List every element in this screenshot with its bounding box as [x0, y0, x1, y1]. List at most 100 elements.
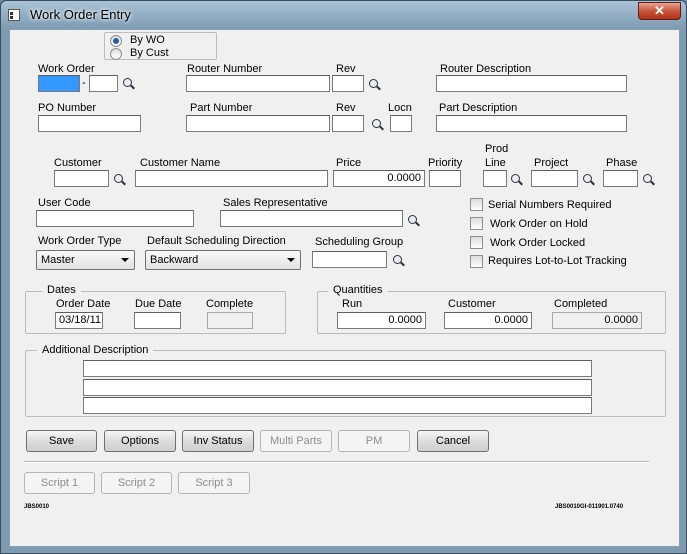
- pm-button[interactable]: PM: [338, 430, 410, 452]
- work-order-type-label: Work Order Type: [38, 235, 122, 247]
- user-code-label: User Code: [38, 197, 91, 209]
- customer-input[interactable]: [54, 170, 109, 187]
- price-label: Price: [336, 157, 362, 169]
- rev-input[interactable]: [332, 75, 364, 92]
- complete-date-field: [207, 312, 253, 329]
- form-area: By WO By Cust Work Order - Router Number…: [9, 29, 680, 547]
- phase-lookup-icon[interactable]: [642, 173, 656, 187]
- customer-name-label: Customer Name: [140, 157, 221, 169]
- close-button[interactable]: ✕: [638, 2, 681, 20]
- form-id-right: JBS0010GI-011901.0740: [555, 504, 624, 510]
- work-order-separator: -: [82, 77, 86, 89]
- customer-quantity-input[interactable]: 0.0000: [444, 312, 532, 329]
- dates-group-title: Dates: [42, 284, 81, 296]
- prod-line-label-1: Prod: [485, 143, 509, 155]
- work-order-type-value: Master: [41, 254, 75, 266]
- work-order-input[interactable]: [38, 75, 80, 92]
- router-description-input[interactable]: [436, 75, 627, 92]
- work-order-entry-window: Work Order Entry ✕ By WO By Cust Work Or…: [0, 0, 687, 554]
- locn-label: Locn: [388, 102, 412, 114]
- serial-numbers-required-label: Serial Numbers Required: [488, 199, 612, 211]
- inv-status-button[interactable]: Inv Status: [182, 430, 254, 452]
- default-sched-dir-label: Default Scheduling Direction: [147, 235, 286, 247]
- part-number-label: Part Number: [190, 102, 253, 114]
- work-order-lookup-icon[interactable]: [122, 77, 136, 91]
- part-rev-lookup-icon[interactable]: [371, 118, 385, 132]
- work-order-type-select[interactable]: Master: [36, 250, 135, 270]
- scheduling-group-input[interactable]: [312, 251, 387, 268]
- part-rev-label: Rev: [336, 102, 356, 114]
- rev-label: Rev: [336, 63, 356, 75]
- project-label: Project: [534, 157, 569, 169]
- complete-label: Complete: [206, 298, 254, 310]
- user-code-input[interactable]: [36, 210, 194, 227]
- locn-input[interactable]: [390, 115, 412, 132]
- title-bar[interactable]: Work Order Entry ✕: [1, 1, 686, 29]
- run-label: Run: [342, 298, 363, 310]
- chevron-down-icon: [287, 258, 295, 262]
- po-number-label: PO Number: [38, 102, 97, 114]
- part-number-input[interactable]: [186, 115, 330, 132]
- part-rev-input[interactable]: [332, 115, 364, 132]
- order-date-input[interactable]: 03/18/11: [55, 312, 103, 329]
- scheduling-group-label: Scheduling Group: [315, 236, 404, 248]
- sales-rep-lookup-icon[interactable]: [407, 214, 421, 228]
- by-wo-label: By WO: [130, 34, 165, 46]
- priority-input[interactable]: [429, 170, 461, 187]
- save-button[interactable]: Save: [26, 430, 97, 452]
- work-order-label: Work Order: [38, 63, 95, 75]
- work-order-on-hold-label: Work Order on Hold: [490, 218, 588, 230]
- router-number-input[interactable]: [186, 75, 330, 92]
- chevron-down-icon: [121, 258, 129, 262]
- form-id-left: JBS0010: [24, 504, 50, 510]
- router-number-label: Router Number: [187, 63, 263, 75]
- additional-description-title: Additional Description: [37, 344, 154, 356]
- window-title: Work Order Entry: [30, 7, 131, 22]
- script-3-button[interactable]: Script 3: [178, 472, 250, 494]
- customer-lookup-icon[interactable]: [113, 173, 127, 187]
- work-order-locked-label: Work Order Locked: [490, 237, 586, 249]
- phase-input[interactable]: [603, 170, 638, 187]
- prod-line-label-2: Line: [485, 157, 506, 169]
- default-sched-dir-value: Backward: [150, 254, 199, 266]
- default-sched-dir-select[interactable]: Backward: [145, 250, 301, 270]
- additional-description-line-1[interactable]: [83, 360, 592, 377]
- sales-rep-label: Sales Representative: [223, 197, 328, 209]
- work-order-suffix-input[interactable]: [89, 75, 118, 92]
- app-icon[interactable]: [8, 9, 20, 21]
- due-date-input[interactable]: [134, 312, 181, 329]
- rev-lookup-icon[interactable]: [368, 78, 382, 92]
- serial-numbers-required-checkbox[interactable]: [470, 198, 483, 211]
- price-input[interactable]: 0.0000: [333, 170, 425, 187]
- prod-line-lookup-icon[interactable]: [510, 173, 524, 187]
- part-description-label: Part Description: [439, 102, 518, 114]
- requires-lot-tracking-checkbox[interactable]: [470, 255, 483, 268]
- additional-description-line-3[interactable]: [83, 397, 592, 414]
- customer-name-input[interactable]: [135, 170, 328, 187]
- run-quantity-input[interactable]: 0.0000: [337, 312, 426, 329]
- po-number-input[interactable]: [38, 115, 141, 132]
- options-button[interactable]: Options: [104, 430, 176, 452]
- scheduling-group-lookup-icon[interactable]: [392, 254, 406, 268]
- due-date-label: Due Date: [135, 298, 182, 310]
- completed-quantity-label: Completed: [554, 298, 608, 310]
- script-2-button[interactable]: Script 2: [101, 472, 172, 494]
- part-description-input[interactable]: [436, 115, 627, 132]
- work-order-on-hold-checkbox[interactable]: [470, 217, 483, 230]
- priority-label: Priority: [428, 157, 463, 169]
- project-input[interactable]: [531, 170, 578, 187]
- phase-label: Phase: [606, 157, 638, 169]
- project-lookup-icon[interactable]: [582, 173, 596, 187]
- customer-quantity-label: Customer: [448, 298, 496, 310]
- work-order-locked-checkbox[interactable]: [470, 236, 483, 249]
- requires-lot-tracking-label: Requires Lot-to-Lot Tracking: [488, 255, 627, 267]
- multi-parts-button[interactable]: Multi Parts: [260, 430, 332, 452]
- additional-description-line-2[interactable]: [83, 379, 592, 396]
- cancel-button[interactable]: Cancel: [417, 430, 489, 452]
- by-wo-radio[interactable]: [110, 35, 122, 47]
- sales-rep-input[interactable]: [220, 210, 403, 227]
- script-1-button[interactable]: Script 1: [24, 472, 95, 494]
- quantities-group-title: Quantities: [328, 284, 388, 296]
- prod-line-input[interactable]: [483, 170, 507, 187]
- by-cust-radio[interactable]: [110, 48, 122, 60]
